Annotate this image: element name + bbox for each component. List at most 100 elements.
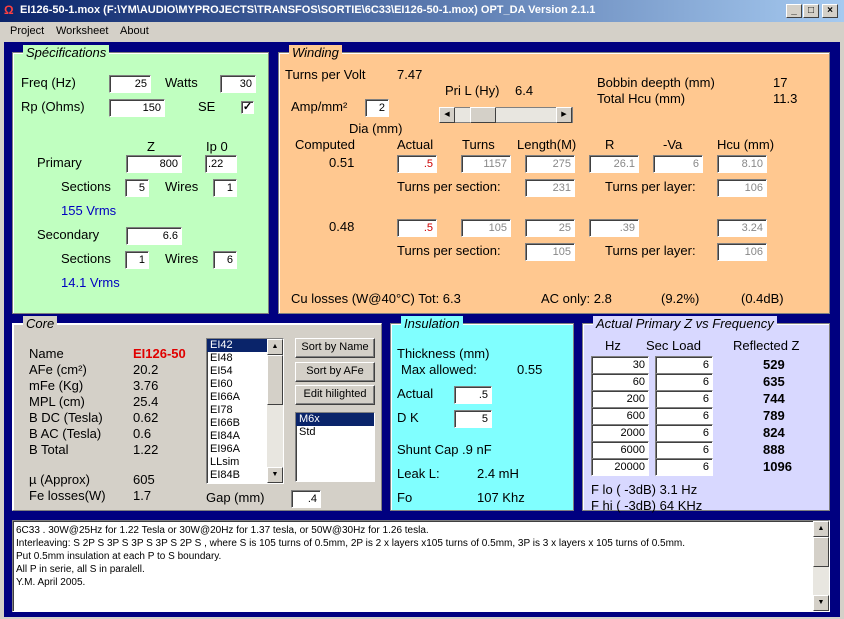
scroll-up-icon[interactable]: ▲ xyxy=(813,521,829,537)
primary-wires-input[interactable]: 1 xyxy=(213,179,237,197)
max-allowed-value: 0.55 xyxy=(517,362,543,377)
sec-load-input[interactable]: 6 xyxy=(655,390,713,408)
pril-value: 6.4 xyxy=(515,83,534,98)
freq-label: Freq (Hz) xyxy=(21,75,76,90)
hz-input[interactable]: 600 xyxy=(591,407,649,425)
notes-textarea[interactable]: 6C33 . 30W@25Hz for 1.22 Tesla or 30W@20… xyxy=(12,520,830,612)
material-list-item[interactable]: M6x xyxy=(296,413,374,426)
sec-load-input[interactable]: 6 xyxy=(655,373,713,391)
material-list[interactable]: M6x Std xyxy=(295,412,375,482)
slider-left-arrow[interactable]: ◀ xyxy=(439,107,455,123)
turns-per-volt-value: 7.47 xyxy=(397,67,423,82)
slider-thumb[interactable] xyxy=(470,107,496,123)
secondary-tpl-field: 106 xyxy=(717,243,767,261)
primary-sections-label: Sections xyxy=(61,179,111,194)
sort-by-afe-button[interactable]: Sort by AFe xyxy=(295,362,375,382)
minimize-button[interactable]: _ xyxy=(786,4,802,18)
hz-input[interactable]: 6000 xyxy=(591,441,649,459)
core-list[interactable]: EI42 EI48 EI54 EI60 EI66A EI78 EI66B EI8… xyxy=(206,338,284,484)
sort-by-name-button[interactable]: Sort by Name xyxy=(295,338,375,358)
core-panel: Core Name EI126-50 AFe (cm²) 20.2 mFe (K… xyxy=(12,316,382,511)
pril-label: Pri L (Hy) xyxy=(445,83,500,98)
hz-input[interactable]: 30 xyxy=(591,356,649,374)
primary-z-input[interactable]: 800 xyxy=(126,155,182,173)
r-header: R xyxy=(605,137,615,152)
primary-turns-field: 1157 xyxy=(461,155,511,173)
sec-load-input[interactable]: 6 xyxy=(655,424,713,442)
secondary-sections-input[interactable]: 1 xyxy=(125,251,149,269)
total-hcu-label: Total Hcu (mm) xyxy=(597,91,686,106)
reflected-z-value: 1096 xyxy=(763,459,792,474)
edit-highlighted-button[interactable]: Edit hilighted xyxy=(295,385,375,405)
menu-about[interactable]: About xyxy=(120,25,149,37)
scroll-thumb[interactable] xyxy=(267,355,283,405)
f-hi: F hi ( -3dB) 64 KHz xyxy=(591,498,703,513)
insul-actual-input[interactable]: .5 xyxy=(454,386,492,404)
primary-computed-dia: 0.51 xyxy=(329,155,355,170)
reflected-z-value: 824 xyxy=(763,425,785,440)
secondary-label: Secondary xyxy=(37,227,100,242)
turns-header: Turns xyxy=(462,137,495,152)
menu-project[interactable]: Project xyxy=(10,25,44,37)
material-list-item[interactable]: Std xyxy=(296,426,374,439)
sec-load-input[interactable]: 6 xyxy=(655,407,713,425)
loss-percent: (9.2%) xyxy=(661,291,700,306)
scroll-down-icon[interactable]: ▼ xyxy=(813,595,829,611)
maximize-button[interactable]: □ xyxy=(803,4,819,18)
primary-ip0-input[interactable]: .22 xyxy=(205,155,237,173)
hz-input[interactable]: 20000 xyxy=(591,458,649,476)
hz-input[interactable]: 2000 xyxy=(591,424,649,442)
mu-value: 605 xyxy=(133,472,155,487)
secondary-z-input[interactable]: 6.6 xyxy=(126,227,182,245)
scroll-up-icon[interactable]: ▲ xyxy=(267,339,283,355)
primary-tps-label: Turns per section: xyxy=(397,179,501,194)
sec-load-input[interactable]: 6 xyxy=(655,458,713,476)
fe-losses-label: Fe losses(W) xyxy=(29,488,106,503)
amp-input[interactable]: 2 xyxy=(365,99,389,117)
reflected-z-value: 635 xyxy=(763,374,785,389)
amp-label: Amp/mm² xyxy=(291,99,348,114)
window-title: EI126-50-1.mox (F:\YM\AUDIO\MYPROJECTS\T… xyxy=(20,4,596,16)
watts-input[interactable]: 30 xyxy=(220,75,256,93)
watts-label: Watts xyxy=(165,75,198,90)
freq-input[interactable]: 25 xyxy=(109,75,151,93)
scroll-down-icon[interactable]: ▼ xyxy=(267,467,283,483)
bac-label: B AC (Tesla) xyxy=(29,426,102,441)
dk-input[interactable]: 5 xyxy=(454,410,492,428)
secondary-actual-dia-input[interactable]: .5 xyxy=(397,219,437,237)
primary-tps-field: 231 xyxy=(525,179,575,197)
reflected-z-value: 529 xyxy=(763,357,785,372)
core-list-scrollbar[interactable]: ▲ ▼ xyxy=(267,339,283,483)
hz-input[interactable]: 60 xyxy=(591,373,649,391)
gap-input[interactable]: .4 xyxy=(291,490,321,508)
app-icon: Ω xyxy=(4,3,14,17)
pril-slider[interactable]: ◀ ▶ xyxy=(439,107,573,123)
secondary-hcu-field: 3.24 xyxy=(717,219,767,237)
se-checkbox[interactable]: ✓ xyxy=(241,101,254,114)
primary-actual-dia-input[interactable]: .5 xyxy=(397,155,437,173)
z-vs-frequency-title: Actual Primary Z vs Frequency xyxy=(593,316,777,331)
notes-scrollbar[interactable]: ▲ ▼ xyxy=(813,521,829,611)
dk-label: D K xyxy=(397,410,419,425)
notes-line: Interleaving: S 2P S 3P S 3P S 3P S 2P S… xyxy=(16,538,686,549)
hz-input[interactable]: 200 xyxy=(591,390,649,408)
core-name-label: Name xyxy=(29,346,64,361)
primary-label: Primary xyxy=(37,155,82,170)
bdc-label: B DC (Tesla) xyxy=(29,410,103,425)
primary-sections-input[interactable]: 5 xyxy=(125,179,149,197)
mfe-value: 3.76 xyxy=(133,378,159,393)
sec-load-input[interactable]: 6 xyxy=(655,356,713,374)
primary-wires-label: Wires xyxy=(165,179,199,194)
mpl-label: MPL (cm) xyxy=(29,394,85,409)
close-button[interactable]: × xyxy=(822,4,838,18)
sec-load-input[interactable]: 6 xyxy=(655,441,713,459)
scroll-thumb[interactable] xyxy=(813,537,829,567)
rp-input[interactable]: 150 xyxy=(109,99,165,117)
menu-worksheet[interactable]: Worksheet xyxy=(56,25,108,37)
menu-bar: Project Worksheet About xyxy=(0,22,844,41)
mu-label: µ (Approx) xyxy=(29,472,90,487)
secondary-wires-input[interactable]: 6 xyxy=(213,251,237,269)
primary-tpl-field: 106 xyxy=(717,179,767,197)
slider-right-arrow[interactable]: ▶ xyxy=(556,107,572,123)
secondary-r-field: .39 xyxy=(589,219,639,237)
